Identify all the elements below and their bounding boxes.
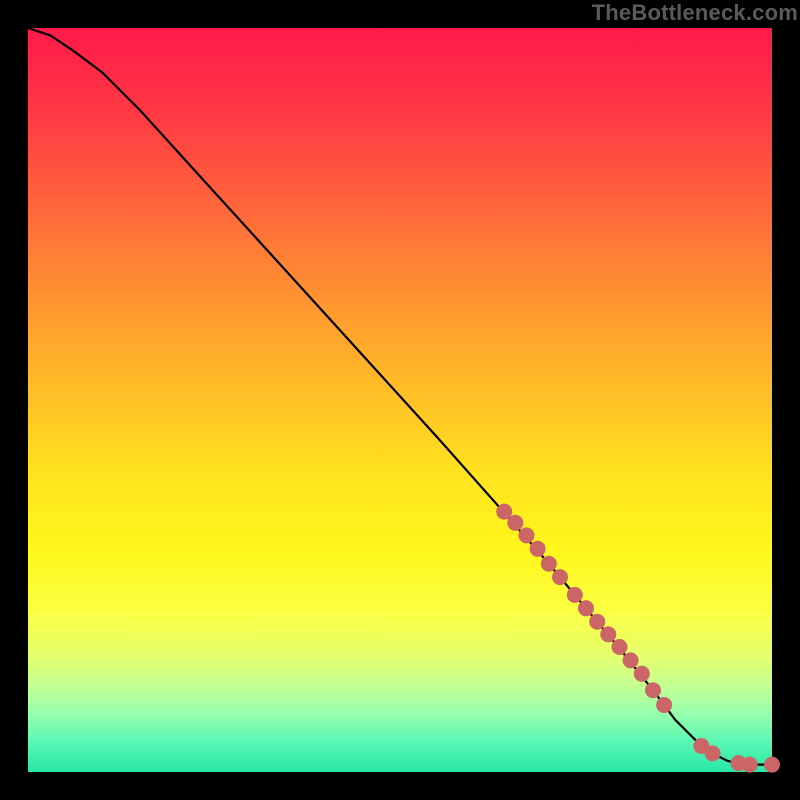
data-marker bbox=[507, 515, 523, 531]
data-marker bbox=[656, 697, 672, 713]
data-marker bbox=[612, 639, 628, 655]
data-marker bbox=[623, 652, 639, 668]
data-marker bbox=[567, 587, 583, 603]
watermark-label: TheBottleneck.com bbox=[592, 0, 798, 26]
chart-frame: TheBottleneck.com bbox=[0, 0, 800, 800]
data-marker bbox=[519, 527, 535, 543]
data-marker bbox=[600, 626, 616, 642]
data-marker bbox=[541, 556, 557, 572]
data-marker bbox=[552, 569, 568, 585]
marker-group bbox=[496, 504, 780, 773]
data-marker bbox=[578, 600, 594, 616]
bottleneck-curve bbox=[28, 28, 772, 765]
data-marker bbox=[634, 666, 650, 682]
data-marker bbox=[705, 745, 721, 761]
plot-area bbox=[28, 28, 772, 772]
data-marker bbox=[589, 614, 605, 630]
chart-svg bbox=[28, 28, 772, 772]
data-marker bbox=[530, 541, 546, 557]
data-marker bbox=[645, 682, 661, 698]
data-marker bbox=[742, 757, 758, 773]
data-marker bbox=[764, 757, 780, 773]
